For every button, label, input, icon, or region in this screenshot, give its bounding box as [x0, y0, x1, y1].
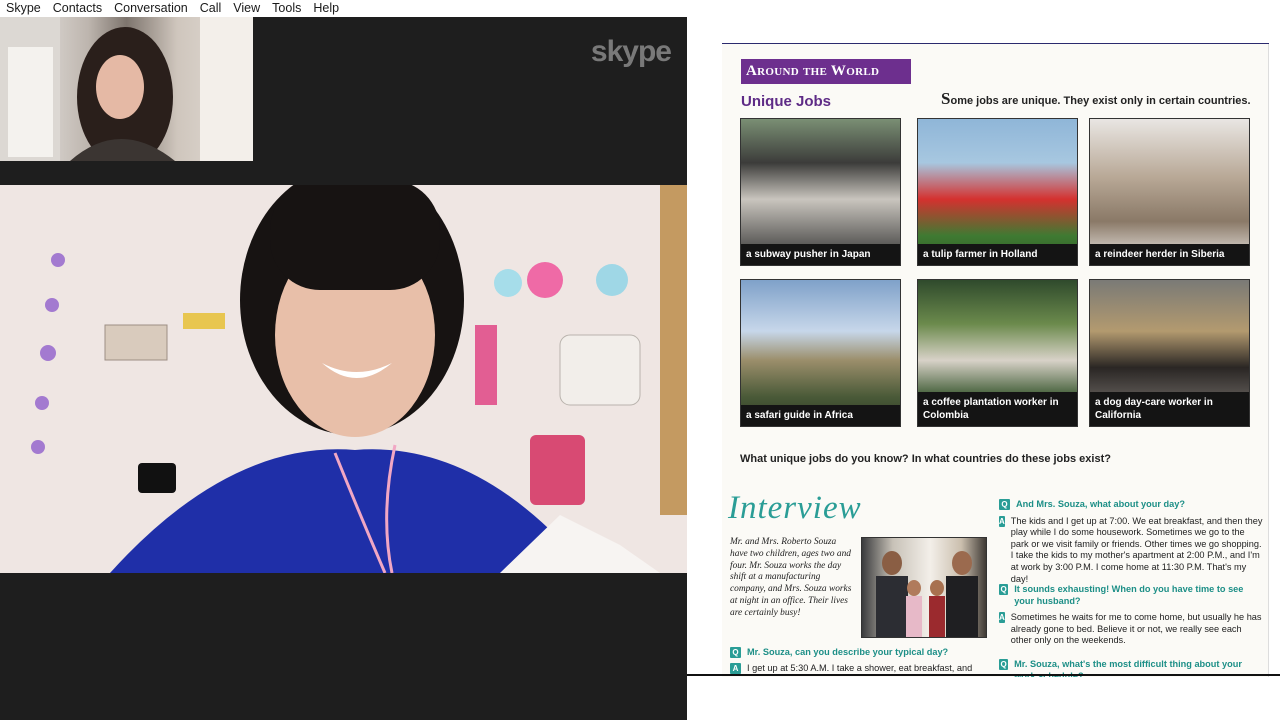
page-bottom-rule: [687, 674, 1280, 676]
call-pane: skype: [0, 17, 687, 720]
question-badge: Q: [999, 584, 1009, 595]
photo-reindeer-herder: a reindeer herder in Siberia: [1089, 118, 1250, 266]
answer-1: I get up at 5:30 A.M. I take a shower, e…: [747, 662, 973, 673]
self-video-feed: [0, 17, 253, 161]
question-badge: Q: [999, 499, 1010, 511]
answer-badge: A: [999, 612, 1005, 624]
intro-rest: ome jobs are unique. They exist only in …: [950, 95, 1251, 107]
menu-help[interactable]: Help: [307, 0, 345, 17]
question-1: Mr. Souza, can you describe your typical…: [747, 647, 949, 657]
photo-safari-guide: a safari guide in Africa: [740, 279, 901, 427]
qa-block-2: Q And Mrs. Souza, what about your day? AT…: [999, 499, 1263, 585]
interview-bio: Mr. and Mrs. Roberto Souza have two chil…: [730, 537, 852, 618]
intro-text: Some jobs are unique. They exist only in…: [941, 89, 1251, 109]
photo-caption: a subway pusher in Japan: [741, 244, 900, 265]
menu-call[interactable]: Call: [194, 0, 228, 17]
answer-badge: A: [730, 662, 741, 674]
answer-3: Sometimes he waits for me to come home, …: [1010, 612, 1262, 646]
qa-block-3: Q It sounds exhausting! When do you have …: [999, 584, 1263, 647]
photo-caption: a safari guide in Africa: [741, 405, 900, 426]
menu-conversation[interactable]: Conversation: [108, 0, 194, 17]
menu-tools[interactable]: Tools: [266, 0, 307, 17]
menu-skype[interactable]: Skype: [0, 0, 47, 17]
question-3: It sounds exhausting! When do you have t…: [1014, 584, 1244, 606]
answer-badge: A: [999, 515, 1005, 527]
around-the-world-banner: Around the World: [741, 59, 911, 84]
family-photo-image: [876, 551, 978, 637]
interview-title: Interview: [728, 490, 862, 526]
document-pane: Around the World Unique Jobs Some jobs a…: [687, 17, 1280, 720]
qa-block-1: Q Mr. Souza, can you describe your typica…: [730, 647, 998, 674]
textbook-page: Around the World Unique Jobs Some jobs a…: [722, 44, 1269, 677]
photo-coffee-worker: a coffee plantation worker in Colombia: [917, 279, 1078, 427]
photo-caption: a coffee plantation worker in Colombia: [918, 392, 1077, 426]
photo-caption: a tulip farmer in Holland: [918, 244, 1077, 265]
section-title: Unique Jobs: [741, 93, 832, 110]
remote-video-feed: [0, 185, 687, 573]
skype-watermark: skype: [590, 35, 672, 68]
self-video-view[interactable]: [0, 17, 253, 161]
photo-caption: a dog day-care worker in California: [1090, 392, 1249, 426]
photo-dog-daycare: a dog day-care worker in California: [1089, 279, 1250, 427]
menu-bar: Skype Contacts Conversation Call View To…: [0, 0, 1280, 17]
question-2: And Mrs. Souza, what about your day?: [1016, 499, 1185, 509]
question-badge: Q: [999, 659, 1009, 670]
discussion-question: What unique jobs do you know? In what co…: [740, 453, 1111, 465]
photo-tulip-farmer: a tulip farmer in Holland: [917, 118, 1078, 266]
menu-contacts[interactable]: Contacts: [47, 0, 108, 17]
photo-subway-pusher: a subway pusher in Japan: [740, 118, 901, 266]
question-badge: Q: [730, 647, 741, 659]
remote-video-view[interactable]: [0, 185, 687, 573]
answer-2: The kids and I get up at 7:00. We eat br…: [1010, 515, 1263, 584]
photo-caption: a reindeer herder in Siberia: [1090, 244, 1249, 265]
family-photo: [861, 537, 987, 638]
menu-view[interactable]: View: [227, 0, 266, 17]
